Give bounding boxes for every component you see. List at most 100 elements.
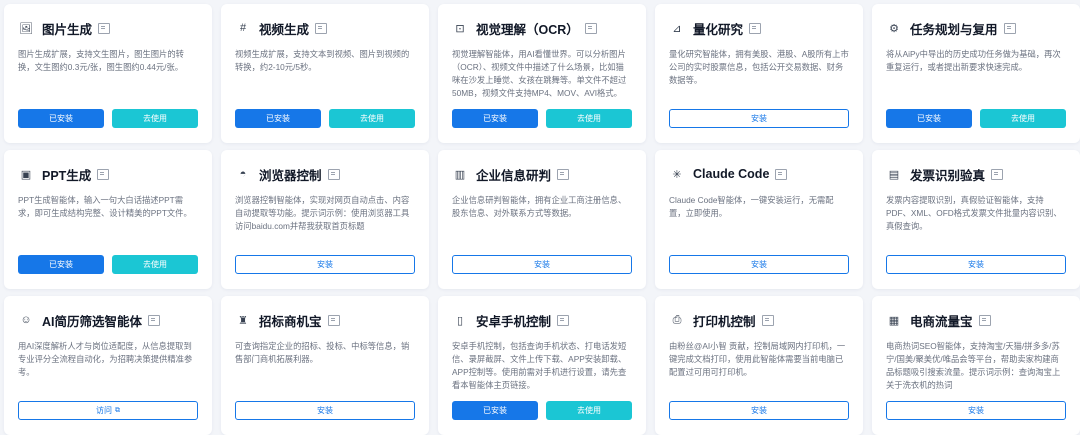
card-description: Claude Code智能体，一键安装运行，无需配置，立即使用。 <box>669 195 834 218</box>
agent-icon: ▤ <box>888 168 900 181</box>
card-description: PPT生成智能体，输入一句大白话描述PPT需求，即可生成结构完整、设计精美的PP… <box>18 195 192 218</box>
agent-card: ⚙ 任务规划与复用 将从AiPy中导出的历史成功任务做为基础，再次重复运行，或者提出… <box>872 4 1080 143</box>
doc-icon[interactable] <box>1003 22 1016 34</box>
card-description: 将从AiPy中导出的历史成功任务做为基础，再次重复运行，或者提出新要求快速完成。 <box>886 49 1061 72</box>
card-actions: 安装 <box>669 255 849 274</box>
card-header: ▤ 发票识别验真 <box>886 164 1066 184</box>
doc-icon[interactable] <box>991 168 1004 180</box>
agent-icon: ▥ <box>454 168 466 181</box>
use-button[interactable]: 去使用 <box>112 109 198 128</box>
card-header: ♜ 招标商机宝 <box>235 310 415 330</box>
card-actions: 已安装 去使用 <box>18 109 198 128</box>
install-button[interactable]: 安装 <box>669 255 849 274</box>
doc-icon[interactable] <box>749 22 762 34</box>
agent-card: ✳ Claude Code Claude Code智能体，一键安装运行，无需配置，立… <box>655 150 863 289</box>
doc-icon[interactable] <box>148 314 161 326</box>
card-actions: 安装 <box>235 401 415 420</box>
card-header: ⎙ 打印机控制 <box>669 310 849 330</box>
doc-icon[interactable] <box>775 168 788 180</box>
agent-icon: ⚙ <box>889 22 899 35</box>
agent-icon: ▣ <box>20 168 32 181</box>
agent-card: ◓ 浏览器控制 浏览器控制智能体，实现对网页自动点击、内容自动提取等功能。提示词示例… <box>221 150 429 289</box>
doc-icon[interactable] <box>315 22 328 34</box>
use-button[interactable]: 去使用 <box>546 109 632 128</box>
card-title: PPT生成 <box>42 168 92 183</box>
card-actions: 安装 <box>886 255 1066 274</box>
install-button[interactable]: 安装 <box>235 401 415 420</box>
agent-icon: ☺ <box>20 314 32 326</box>
agent-icon: # <box>239 22 247 34</box>
button-label: 安装 <box>317 260 333 269</box>
card-description: 图片生成扩展，支持文生图片，图生图片的转换，文生图约0.3元/张，图生图约0.4… <box>18 49 184 72</box>
doc-icon[interactable] <box>327 168 340 180</box>
button-label: 已安装 <box>266 114 290 123</box>
use-button[interactable]: 去使用 <box>546 401 632 420</box>
installed-button[interactable]: 已安装 <box>18 109 104 128</box>
doc-icon[interactable] <box>584 22 597 34</box>
card-header: ✳ Claude Code <box>669 164 849 184</box>
button-label: 安装 <box>968 260 984 269</box>
agent-card: 🖼 图片生成图片生成扩展，支持文生图片，图生图片的转换，文生图约0.3元/张，图生… <box>4 4 212 143</box>
visit-button[interactable]: 访问 ⧉ <box>18 401 198 420</box>
doc-icon[interactable] <box>978 314 991 326</box>
card-actions: 安装 <box>669 109 849 128</box>
card-title: 安卓手机控制 <box>476 314 552 329</box>
card-actions: 已安装 去使用 <box>18 255 198 274</box>
button-label: 安装 <box>751 114 767 123</box>
agent-card: ▤ 发票识别验真发票内容提取识别，真假验证智能体，支持PDF、XML、OFD格式发… <box>872 150 1080 289</box>
install-button[interactable]: 安装 <box>886 401 1066 420</box>
card-description: 可查询指定企业的招标、投标、中标等信息，销售部门商机拓展利器。 <box>235 341 410 364</box>
agent-icon: ◓ <box>239 168 247 180</box>
card-header: 🖼 图片生成 <box>18 18 198 38</box>
button-label: 去使用 <box>1011 114 1035 123</box>
card-header: ▯ 安卓手机控制 <box>452 310 632 330</box>
install-button[interactable]: 安装 <box>669 109 849 128</box>
card-description: 量化研究智能体，拥有美股、港股、A股所有上市公司的实时股票信息，包括公开交易数据… <box>669 49 849 85</box>
card-title: 浏览器控制 <box>259 168 322 183</box>
button-label: 已安装 <box>483 406 507 415</box>
doc-icon[interactable] <box>98 22 111 34</box>
agent-card: ⎙ 打印机控制 由粉丝@AI小智 贡献，控制局域网内打印机，一键完成文档打印，使用此… <box>655 296 863 435</box>
install-button[interactable]: 安装 <box>669 401 849 420</box>
card-header: ◓ 浏览器控制 <box>235 164 415 184</box>
card-description: 视觉理解智能体，用AI看懂世界。可以分析图片（OCR）、视频文件中描述了什么场景… <box>452 49 627 98</box>
card-actions: 已安装 去使用 <box>235 109 415 128</box>
card-description: 发票内容提取识别，真假验证智能体，支持PDF、XML、OFD格式发票文件批量内容… <box>886 195 1062 231</box>
external-link-icon: ⧉ <box>115 406 120 414</box>
card-title: 视觉理解（OCR） <box>476 22 579 37</box>
card-title: 量化研究 <box>693 22 744 37</box>
agent-card: ▦ 电商流量宝 电商热词SEO智能体，支持淘宝/天猫/拼多多/苏宁/国美/聚美优/唯… <box>872 296 1080 435</box>
install-button[interactable]: 安装 <box>235 255 415 274</box>
doc-icon[interactable] <box>97 168 110 180</box>
button-label: 去使用 <box>143 114 167 123</box>
card-title: 打印机控制 <box>693 314 756 329</box>
agent-icon: ▦ <box>888 314 900 327</box>
install-button[interactable]: 安装 <box>886 255 1066 274</box>
install-button[interactable]: 安装 <box>452 255 632 274</box>
installed-button[interactable]: 已安装 <box>235 109 321 128</box>
agent-card: ▥ 企业信息研判 企业信息研判智能体，拥有企业工商注册信息、股东信息、对外联系方式等… <box>438 150 646 289</box>
button-label: 访问 <box>96 406 112 415</box>
agent-icon: ⊿ <box>672 22 682 35</box>
use-button[interactable]: 去使用 <box>112 255 198 274</box>
button-label: 去使用 <box>577 114 601 123</box>
button-label: 已安装 <box>49 260 73 269</box>
card-description: 安卓手机控制，包括查询手机状态、打电话发短信、录屏截屏、文件上传下载、APP安装… <box>452 341 627 390</box>
use-button[interactable]: 去使用 <box>980 109 1066 128</box>
use-button[interactable]: 去使用 <box>329 109 415 128</box>
card-header: ▦ 电商流量宝 <box>886 310 1066 330</box>
card-header: # 视频生成 <box>235 18 415 38</box>
card-header: ⚙ 任务规划与复用 <box>886 18 1066 38</box>
doc-icon[interactable] <box>761 314 774 326</box>
doc-icon[interactable] <box>327 314 340 326</box>
installed-button[interactable]: 已安装 <box>452 109 538 128</box>
doc-icon[interactable] <box>557 168 570 180</box>
doc-icon[interactable] <box>557 314 570 326</box>
agent-card: ♜ 招标商机宝 可查询指定企业的招标、投标、中标等信息，销售部门商机拓展利器。安装 <box>221 296 429 435</box>
agent-grid: 🖼 图片生成图片生成扩展，支持文生图片，图生图片的转换，文生图约0.3元/张，图生… <box>0 0 1080 435</box>
installed-button[interactable]: 已安装 <box>18 255 104 274</box>
installed-button[interactable]: 已安装 <box>886 109 972 128</box>
installed-button[interactable]: 已安装 <box>452 401 538 420</box>
card-description: 视频生成扩展，支持文本到视频、图片到视频的转换，约2-10元/5秒。 <box>235 49 410 72</box>
agent-card: ⊿ 量化研究量化研究智能体，拥有美股、港股、A股所有上市公司的实时股票信息，包括公… <box>655 4 863 143</box>
